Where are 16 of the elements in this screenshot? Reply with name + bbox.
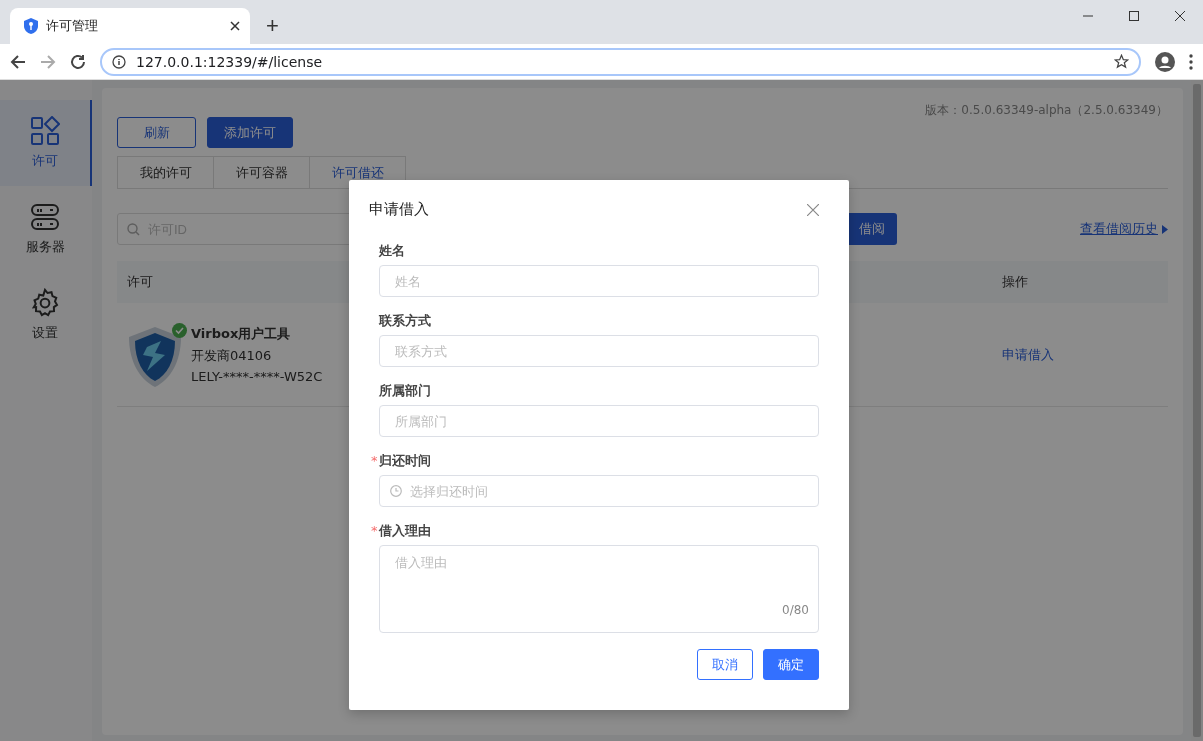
tab-title: 许可管理 (46, 17, 99, 35)
field-label: 借入理由 (379, 523, 431, 540)
column-header: 许可 (127, 273, 153, 291)
field-label: 所属部门 (379, 383, 431, 400)
field-label: 联系方式 (379, 313, 431, 330)
url-text: 127.0.0.1:12339/#/license (136, 53, 324, 70)
vendor-text: 开发商04106 (191, 347, 273, 365)
required-mark: * (371, 523, 378, 539)
column-header: 操作 (1002, 273, 1028, 291)
field-label: 归还时间 (379, 453, 431, 470)
version-text: 版本：0.5.0.63349-alpha（2.5.0.63349） (925, 102, 1168, 119)
license-id: LELY-****-****-W52C (191, 369, 323, 384)
field-label: 姓名 (379, 243, 405, 260)
char-counter: 0/80 (782, 603, 809, 617)
product-name: Virbox用户工具 (191, 325, 292, 343)
required-mark: * (371, 453, 379, 469)
